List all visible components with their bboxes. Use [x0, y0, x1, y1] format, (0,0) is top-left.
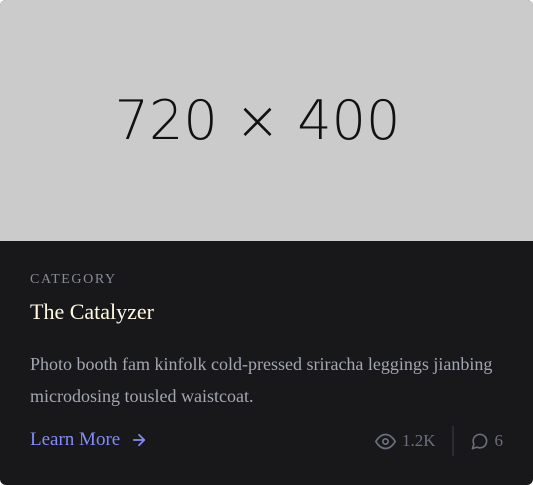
card-stats: 1.2K 6: [374, 425, 504, 457]
learn-more-label: Learn More: [30, 429, 121, 450]
card-description: Photo booth fam kinfolk cold-pressed sri…: [30, 354, 493, 406]
comment-icon: [470, 432, 489, 451]
comments-stat: 6: [454, 426, 504, 456]
card-title: The Catalyzer: [30, 299, 154, 324]
image-placeholder-label: 720 × 400: [114, 89, 401, 152]
learn-more-link[interactable]: Learn More: [30, 429, 148, 451]
eye-icon: [374, 431, 396, 452]
card-image-placeholder: 720 × 400: [0, 0, 533, 241]
blog-card: 720 × 400 CATEGORY The Catalyzer Photo b…: [0, 0, 533, 485]
comments-count: 6: [494, 431, 504, 450]
card-category: CATEGORY: [30, 272, 117, 287]
arrow-right-icon: [130, 431, 148, 449]
card-footer: Learn More 1.2K 6: [30, 425, 505, 457]
views-stat: 1.2K: [374, 426, 454, 456]
views-count: 1.2K: [401, 431, 436, 450]
